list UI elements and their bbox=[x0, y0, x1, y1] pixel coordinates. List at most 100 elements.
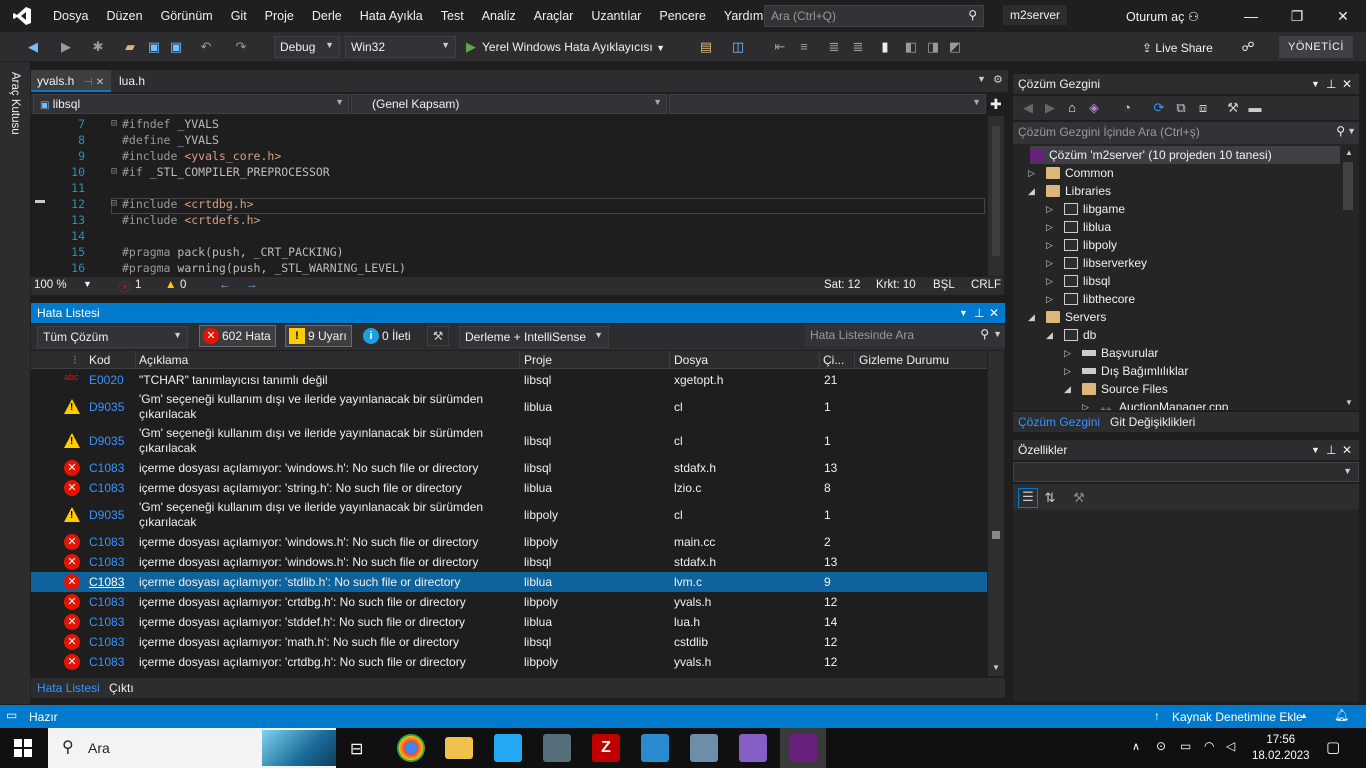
minimize-button[interactable]: — bbox=[1228, 0, 1274, 32]
col-header-description[interactable]: Açıklama bbox=[139, 353, 188, 367]
expand-icon[interactable]: ▷ bbox=[1028, 164, 1035, 182]
prev-issue-icon[interactable]: ← bbox=[219, 279, 231, 291]
code-line[interactable]: 13 #include <crtdefs.h> bbox=[31, 212, 986, 228]
taskbar-search-box[interactable]: ⚲ Ara bbox=[48, 728, 336, 768]
error-code-link[interactable]: C1083 bbox=[89, 535, 124, 549]
forward-icon[interactable]: ▶ bbox=[1042, 100, 1058, 116]
tab-yvals-h[interactable]: yvals.h ⊣ ✕ bbox=[31, 70, 111, 92]
filter-icon[interactable]: ⚒ bbox=[427, 326, 449, 346]
properties-object-dropdown[interactable]: ▼ bbox=[1013, 462, 1359, 482]
window-menu-icon[interactable]: ▼ bbox=[959, 303, 968, 323]
fold-toggle-icon[interactable]: ⊟ bbox=[111, 116, 117, 132]
editor-vertical-scrollbar[interactable] bbox=[988, 116, 1004, 276]
tree-project[interactable]: ▷ libsql bbox=[1046, 272, 1110, 290]
tree-item[interactable]: ▷ Başvurular bbox=[1064, 344, 1158, 362]
tab-error-list[interactable]: Hata Listesi bbox=[37, 681, 100, 695]
col-header-project[interactable]: Proje bbox=[524, 353, 552, 367]
gear-icon[interactable]: ⚙ bbox=[993, 73, 1003, 86]
alphabetical-icon[interactable]: ⇅ bbox=[1042, 490, 1058, 506]
scope-dropdown[interactable]: (Genel Kapsam) ▼ bbox=[351, 94, 667, 114]
save-all-icon[interactable]: ▣ bbox=[168, 39, 184, 55]
new-project-icon[interactable]: ✱ bbox=[90, 39, 106, 55]
collapse-icon[interactable]: ◢ bbox=[1028, 182, 1035, 200]
platform-dropdown[interactable]: Win32 ▼ bbox=[345, 36, 456, 58]
pending-changes-icon[interactable]: ◔ bbox=[1119, 100, 1135, 116]
code-line[interactable]: 8 #define _YVALS bbox=[31, 132, 986, 148]
tab-lua-h[interactable]: lua.h bbox=[113, 70, 151, 92]
error-row[interactable]: ✕ C1083 içerme dosyası açılamıyor: 'string… bbox=[31, 478, 987, 498]
column-divider[interactable] bbox=[135, 351, 136, 369]
back-icon[interactable]: ◀ bbox=[25, 39, 41, 55]
menu-görünüm[interactable]: Görünüm bbox=[152, 0, 222, 32]
wrench-icon[interactable]: ⚒ bbox=[1225, 100, 1241, 116]
menu-derle[interactable]: Derle bbox=[303, 0, 351, 32]
expand-icon[interactable]: ▷ bbox=[1046, 200, 1053, 218]
pin-icon[interactable]: ⊥ bbox=[974, 303, 984, 323]
menu-test[interactable]: Test bbox=[432, 0, 473, 32]
code-line[interactable]: 10 ⊟ #if _STL_COMPILER_PREPROCESSOR bbox=[31, 164, 986, 180]
collapse-icon[interactable]: ◢ bbox=[1046, 326, 1053, 344]
column-divider[interactable] bbox=[819, 351, 820, 369]
window-menu-icon[interactable]: ▼ bbox=[1311, 74, 1320, 94]
scrollbar-thumb[interactable] bbox=[992, 531, 1000, 539]
error-row[interactable]: ✕ C1083 içerme dosyası açılamıyor: 'crtdbg… bbox=[31, 652, 987, 672]
menu-uzantılar[interactable]: Uzantılar bbox=[582, 0, 650, 32]
forward-icon[interactable]: ▶ bbox=[58, 39, 74, 55]
expand-icon[interactable]: ▷ bbox=[1046, 218, 1053, 236]
live-share-button[interactable]: ⇪ Live Share bbox=[1142, 41, 1213, 55]
error-row[interactable]: ✕ C1083 içerme dosyası açılamıyor: 'window… bbox=[31, 552, 987, 572]
app-icon[interactable] bbox=[690, 734, 718, 762]
error-code-link[interactable]: C1083 bbox=[89, 481, 124, 495]
scroll-down-icon[interactable]: ▼ bbox=[992, 663, 1000, 672]
battery-icon[interactable]: ▭ bbox=[1180, 739, 1191, 753]
taskbar-clock[interactable]: 17:56 18.02.2023 bbox=[1252, 732, 1310, 764]
collapse-icon[interactable]: ◢ bbox=[1064, 380, 1071, 398]
error-row[interactable]: ✕ C1083 içerme dosyası açılamıyor: 'stdlib… bbox=[31, 572, 987, 592]
code-line[interactable]: 9 #include <yvals_core.h> bbox=[31, 148, 986, 164]
col-header-suppression[interactable]: Gizleme Durumu bbox=[859, 353, 949, 367]
menu-analiz[interactable]: Analiz bbox=[473, 0, 525, 32]
expand-icon[interactable]: ▷ bbox=[1064, 362, 1071, 380]
pin-icon[interactable]: ⊥ bbox=[1326, 440, 1336, 460]
sign-in-link[interactable]: Oturum aç ⚇ bbox=[1126, 9, 1199, 24]
col-header-line[interactable]: Çi... bbox=[823, 353, 844, 367]
clear-bookmarks-icon[interactable]: ◩ bbox=[947, 39, 963, 55]
error-code-link[interactable]: C1083 bbox=[89, 575, 124, 589]
title-search-input[interactable]: Ara (Ctrl+Q) ⚲ bbox=[764, 5, 984, 27]
outdent-icon[interactable]: ≡ bbox=[796, 39, 812, 55]
config-dropdown[interactable]: Debug ▼ bbox=[274, 36, 340, 58]
tree-project[interactable]: ▷ libthecore bbox=[1046, 290, 1135, 308]
code-line[interactable]: 16 #pragma warning(push, _STL_WARNING_LEV… bbox=[31, 260, 986, 276]
remote-desktop-icon[interactable] bbox=[543, 734, 571, 762]
error-row[interactable]: ✕ C1083 içerme dosyası açılamıyor: 'stddef… bbox=[31, 612, 987, 632]
chrome-icon[interactable] bbox=[397, 734, 425, 762]
tree-folder[interactable]: ◢ Servers bbox=[1028, 308, 1106, 326]
comment-icon[interactable]: ≣ bbox=[826, 39, 842, 55]
error-row[interactable]: ✕ C1083 içerme dosyası açılamıyor: 'math.h… bbox=[31, 632, 987, 652]
error-row[interactable]: ✕ C1083 içerme dosyası açılamıyor: 'window… bbox=[31, 532, 987, 552]
start-debugging-button[interactable]: ▶ Yerel Windows Hata Ayıklayıcısı ▼ bbox=[464, 36, 665, 58]
wifi-icon[interactable]: ◠ bbox=[1204, 739, 1214, 753]
step-icon[interactable]: ⇤ bbox=[772, 39, 788, 55]
error-list-vertical-scrollbar[interactable]: ▼ bbox=[988, 351, 1004, 676]
error-code-link[interactable]: C1083 bbox=[89, 655, 124, 669]
error-list-search-input[interactable]: Hata Listesinde Ara ⚲ ▼ bbox=[805, 325, 1005, 347]
error-code-link[interactable]: C1083 bbox=[89, 555, 124, 569]
pin-icon[interactable]: ⊣ bbox=[84, 77, 93, 88]
bookmark-icon[interactable]: ▮ bbox=[877, 39, 893, 55]
find-in-files-icon[interactable]: ▤ bbox=[698, 39, 714, 55]
camera-icon[interactable]: ⊙ bbox=[1156, 739, 1166, 753]
menu-pencere[interactable]: Pencere bbox=[650, 0, 715, 32]
back-icon[interactable]: ◀ bbox=[1020, 100, 1036, 116]
task-view-icon[interactable]: ⊟ bbox=[350, 739, 363, 759]
tree-project[interactable]: ▷ libpoly bbox=[1046, 236, 1117, 254]
categorized-icon[interactable]: ☰ bbox=[1018, 488, 1038, 508]
tree-project[interactable]: ▷ liblua bbox=[1046, 218, 1111, 236]
chevron-up-icon[interactable]: ▲ bbox=[1300, 711, 1308, 720]
expand-icon[interactable]: ▷ bbox=[1046, 254, 1053, 272]
menu-düzen[interactable]: Düzen bbox=[97, 0, 151, 32]
tab-solution-explorer[interactable]: Çözüm Gezgini bbox=[1018, 415, 1100, 429]
solution-explorer-search-input[interactable]: Çözüm Gezgini İçinde Ara (Ctrl+ş) ⚲ ▼ bbox=[1013, 122, 1359, 144]
code-line[interactable]: 7 ⊟ #ifndef _YVALS bbox=[31, 116, 986, 132]
file-explorer-icon[interactable] bbox=[445, 737, 473, 759]
